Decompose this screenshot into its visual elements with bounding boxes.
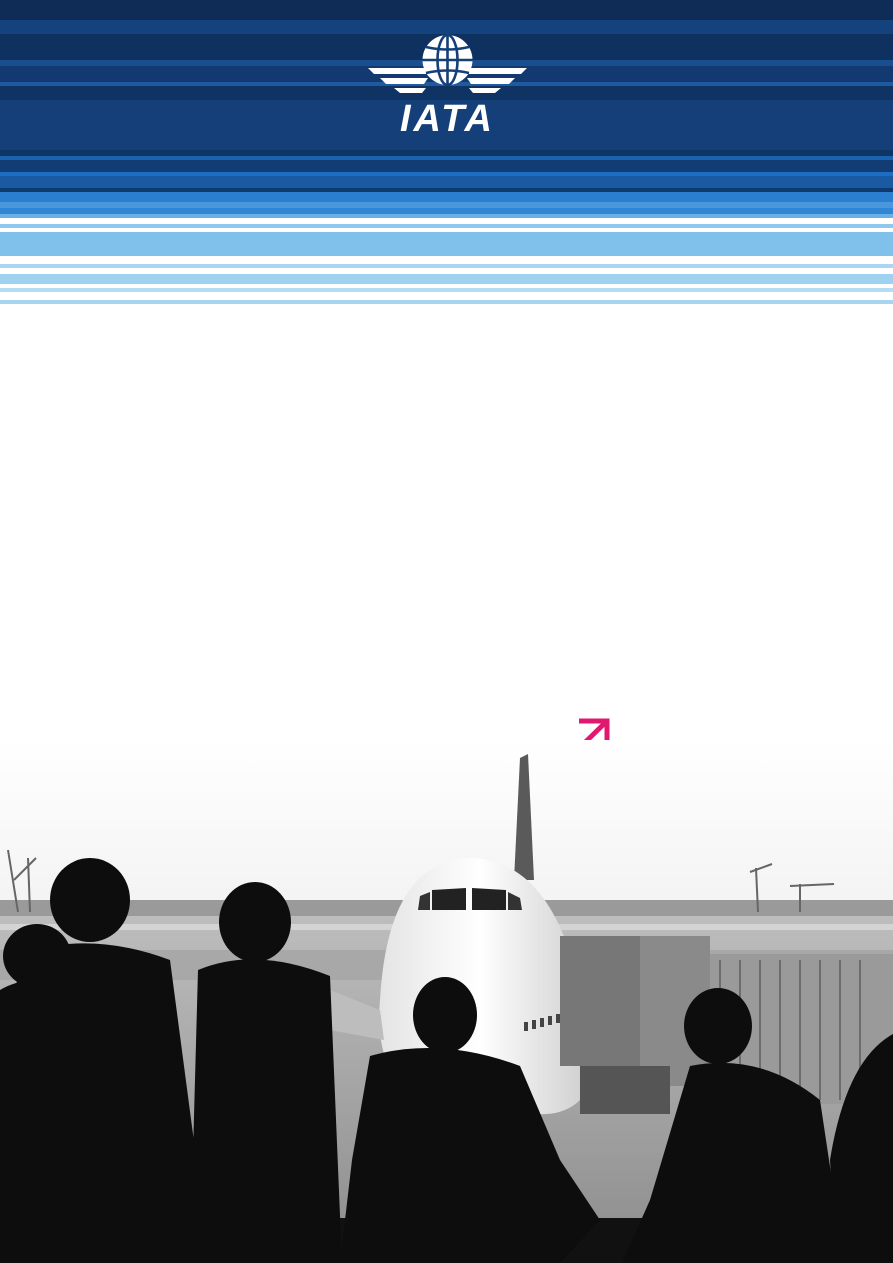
globe-wings-icon xyxy=(368,33,527,93)
iata-logo: IATA xyxy=(360,30,535,140)
airport-terminal-photo xyxy=(0,740,893,1263)
logo-wordmark: IATA xyxy=(399,98,495,140)
header-stripes: IATA xyxy=(0,0,893,310)
cover-page: IATA xyxy=(0,0,893,1263)
